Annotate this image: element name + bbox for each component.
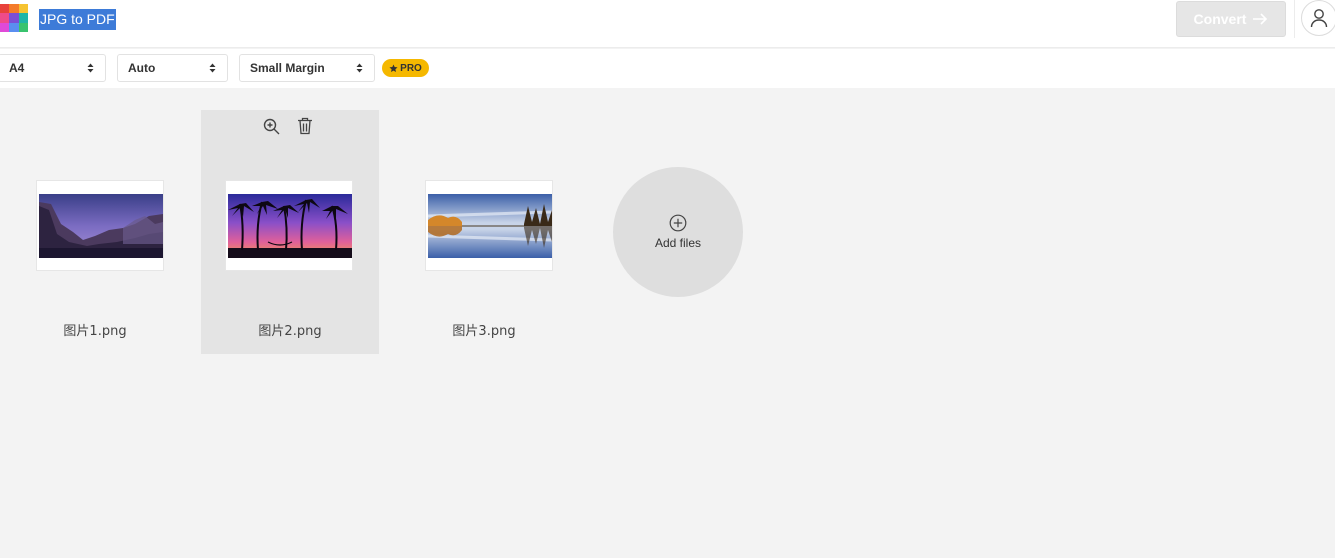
options-toolbar: A4 Auto Small Margin PRO	[0, 49, 1335, 88]
logo-tile	[18, 4, 28, 14]
page-size-select[interactable]: A4	[0, 54, 106, 82]
convert-label: Convert	[1193, 11, 1247, 27]
user-avatar-button[interactable]	[1301, 0, 1335, 36]
sort-caret-icon	[87, 63, 94, 73]
app-logo[interactable]	[0, 4, 28, 32]
file-thumbnail	[228, 194, 352, 258]
logo-tile	[0, 22, 10, 32]
file-card[interactable]: 图片2.png	[201, 110, 379, 354]
file-name: 图片2.png	[258, 324, 322, 339]
file-card[interactable]: 图片3.png	[395, 110, 573, 354]
file-card[interactable]: 图片1.png	[6, 110, 184, 354]
file-workspace: 图片1.png 图片2.png 图片3.png Add files	[0, 88, 1335, 558]
logo-tile	[0, 13, 10, 23]
top-bar: JPG to PDF Convert	[0, 0, 1335, 48]
add-files-button[interactable]: Add files	[613, 167, 743, 297]
sort-caret-icon	[356, 63, 363, 73]
logo-tile	[18, 22, 28, 32]
plus-circle-icon	[669, 214, 687, 232]
file-name: 图片3.png	[452, 324, 516, 339]
file-name: 图片1.png	[63, 324, 127, 339]
file-thumbnail-frame	[425, 180, 553, 271]
pro-badge[interactable]: PRO	[382, 59, 429, 77]
star-icon	[389, 63, 398, 72]
margin-select[interactable]: Small Margin	[239, 54, 375, 82]
page-title: JPG to PDF	[39, 9, 116, 30]
file-actions	[261, 116, 315, 136]
trash-icon[interactable]	[295, 116, 315, 136]
add-files-label: Add files	[654, 236, 702, 250]
user-icon	[1310, 9, 1328, 28]
logo-tile	[18, 13, 28, 23]
arrow-right-icon	[1253, 13, 1268, 25]
orientation-value: Auto	[128, 61, 156, 75]
file-thumbnail	[428, 194, 552, 258]
file-thumbnail-frame	[36, 180, 164, 271]
logo-tile	[9, 13, 19, 23]
file-thumbnail	[39, 194, 163, 258]
file-thumbnail-frame	[225, 180, 353, 271]
logo-tile	[0, 4, 10, 14]
zoom-in-icon[interactable]	[261, 116, 281, 136]
sort-caret-icon	[209, 63, 216, 73]
header-divider	[1294, 0, 1295, 38]
margin-value: Small Margin	[250, 61, 325, 75]
logo-tile	[9, 22, 19, 32]
orientation-select[interactable]: Auto	[117, 54, 228, 82]
logo-tile	[9, 4, 19, 14]
pro-label: PRO	[400, 62, 422, 74]
convert-button[interactable]: Convert	[1176, 1, 1286, 37]
page-size-value: A4	[9, 61, 25, 75]
